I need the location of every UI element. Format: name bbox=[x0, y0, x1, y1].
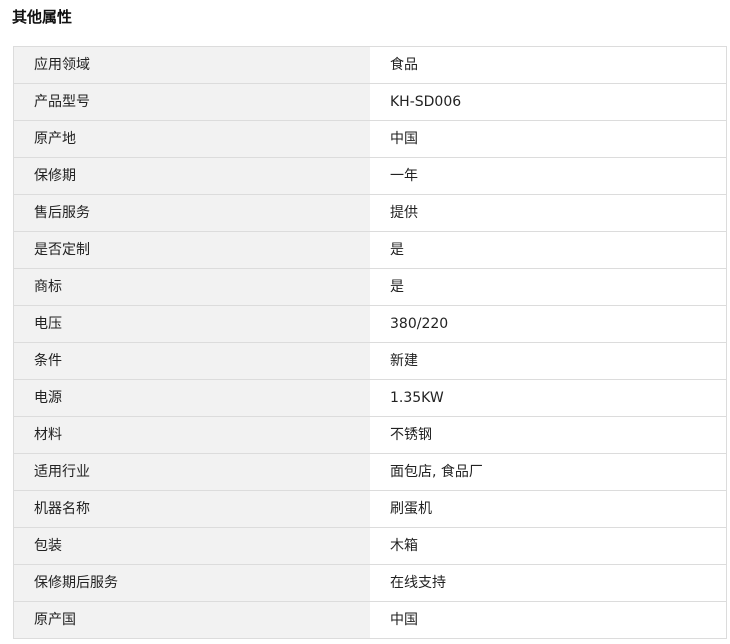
attribute-value: 刷蛋机 bbox=[370, 490, 727, 528]
attribute-value: 食品 bbox=[370, 46, 727, 84]
table-row: 适用行业 面包店, 食品厂 bbox=[13, 453, 727, 491]
attribute-value: 在线支持 bbox=[370, 564, 727, 602]
attribute-key: 保修期 bbox=[13, 157, 370, 195]
attribute-value: KH-SD006 bbox=[370, 83, 727, 121]
table-row: 售后服务 提供 bbox=[13, 194, 727, 232]
table-row: 应用领域 食品 bbox=[13, 46, 727, 84]
table-row: 机器名称 刷蛋机 bbox=[13, 490, 727, 528]
table-row: 包装 木箱 bbox=[13, 527, 727, 565]
attribute-key: 电压 bbox=[13, 305, 370, 343]
attribute-key: 售后服务 bbox=[13, 194, 370, 232]
table-row: 材料 不锈钢 bbox=[13, 416, 727, 454]
attribute-value: 一年 bbox=[370, 157, 727, 195]
attribute-key: 商标 bbox=[13, 268, 370, 306]
table-row: 原产国 中国 bbox=[13, 601, 727, 639]
attribute-value: 不锈钢 bbox=[370, 416, 727, 454]
attribute-key: 产品型号 bbox=[13, 83, 370, 121]
attribute-key: 原产国 bbox=[13, 601, 370, 639]
attribute-value: 是 bbox=[370, 268, 727, 306]
table-row: 是否定制 是 bbox=[13, 231, 727, 269]
attribute-key: 适用行业 bbox=[13, 453, 370, 491]
table-row: 电源 1.35KW bbox=[13, 379, 727, 417]
attribute-key: 包装 bbox=[13, 527, 370, 565]
attribute-value: 新建 bbox=[370, 342, 727, 380]
attribute-key: 应用领域 bbox=[13, 46, 370, 84]
table-row: 保修期后服务 在线支持 bbox=[13, 564, 727, 602]
attribute-key: 保修期后服务 bbox=[13, 564, 370, 602]
attribute-key: 机器名称 bbox=[13, 490, 370, 528]
table-row: 保修期 一年 bbox=[13, 157, 727, 195]
attribute-key: 材料 bbox=[13, 416, 370, 454]
attribute-key: 原产地 bbox=[13, 120, 370, 158]
attribute-value: 木箱 bbox=[370, 527, 727, 565]
attribute-value: 面包店, 食品厂 bbox=[370, 453, 727, 491]
attribute-value: 提供 bbox=[370, 194, 727, 232]
attribute-key: 电源 bbox=[13, 379, 370, 417]
section-title: 其他属性 bbox=[12, 8, 73, 26]
attribute-value: 中国 bbox=[370, 120, 727, 158]
attribute-value: 1.35KW bbox=[370, 379, 727, 417]
table-row: 条件 新建 bbox=[13, 342, 727, 380]
table-row: 原产地 中国 bbox=[13, 120, 727, 158]
attribute-value: 中国 bbox=[370, 601, 727, 639]
attribute-value: 是 bbox=[370, 231, 727, 269]
attributes-table: 应用领域 食品 产品型号 KH-SD006 原产地 中国 保修期 一年 售后服务… bbox=[13, 46, 727, 639]
attribute-value: 380/220 bbox=[370, 305, 727, 343]
attribute-key: 是否定制 bbox=[13, 231, 370, 269]
table-row: 商标 是 bbox=[13, 268, 727, 306]
attribute-key: 条件 bbox=[13, 342, 370, 380]
table-row: 产品型号 KH-SD006 bbox=[13, 83, 727, 121]
table-row: 电压 380/220 bbox=[13, 305, 727, 343]
